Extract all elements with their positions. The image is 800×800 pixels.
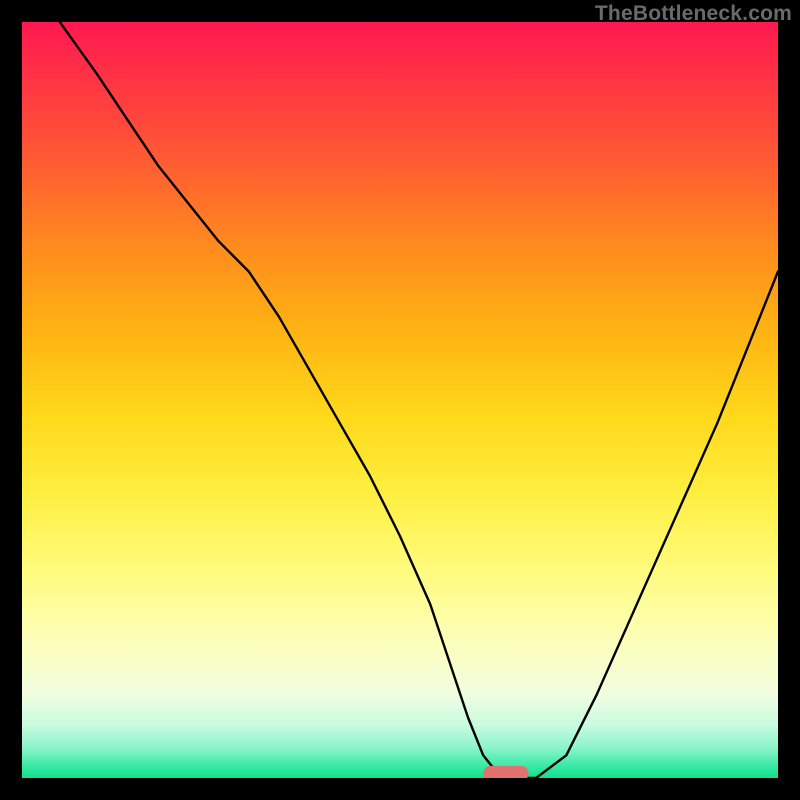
bottleneck-curve bbox=[60, 22, 778, 778]
optimal-marker bbox=[483, 766, 528, 778]
chart-frame: TheBottleneck.com bbox=[0, 0, 800, 800]
plot-area bbox=[22, 22, 778, 778]
chart-svg bbox=[22, 22, 778, 778]
